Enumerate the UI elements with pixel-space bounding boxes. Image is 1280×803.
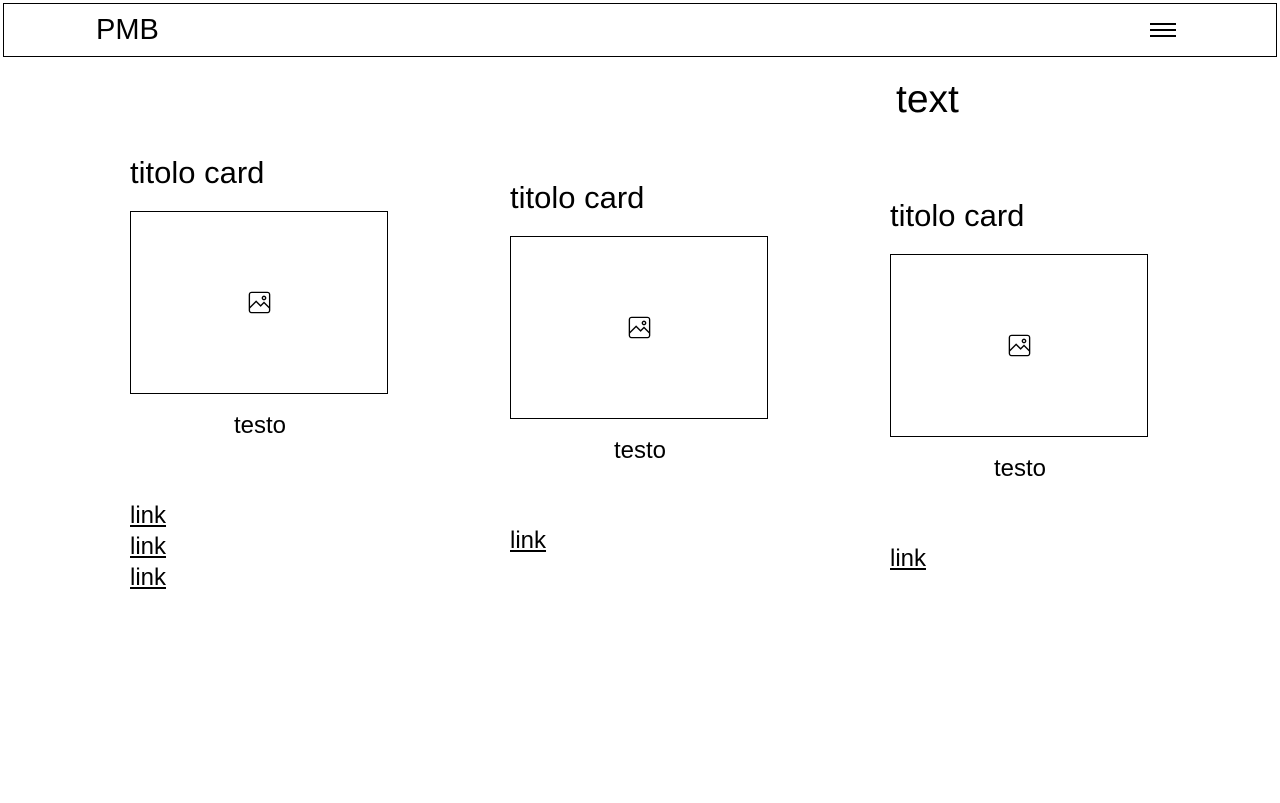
card-link[interactable]: link [510,525,770,556]
image-placeholder [510,236,768,419]
image-icon [246,289,273,316]
card-text: testo [890,455,1150,483]
header: PMB [3,3,1277,57]
card-links: link link link [130,500,390,594]
card-link[interactable]: link [130,531,390,562]
card-text: testo [510,437,770,465]
logo[interactable]: PMB [96,14,159,47]
card-title: titolo card [890,198,1150,234]
image-placeholder [130,211,388,394]
card-text: testo [130,412,390,440]
card-link[interactable]: link [130,562,390,593]
image-icon [626,314,653,341]
card-links: link [890,543,1150,574]
card-links: link [510,525,770,556]
card-title: titolo card [510,180,770,216]
card-3: titolo card testo link [890,198,1150,574]
image-icon [1006,332,1033,359]
card-title: titolo card [130,155,390,191]
card-2: titolo card testo link [510,180,770,556]
card-link[interactable]: link [130,500,390,531]
card-link[interactable]: link [890,543,1150,574]
hamburger-menu-icon[interactable] [1150,23,1176,37]
image-placeholder [890,254,1148,437]
card-1: titolo card testo link link link [130,155,390,594]
page-heading: text [896,78,959,122]
